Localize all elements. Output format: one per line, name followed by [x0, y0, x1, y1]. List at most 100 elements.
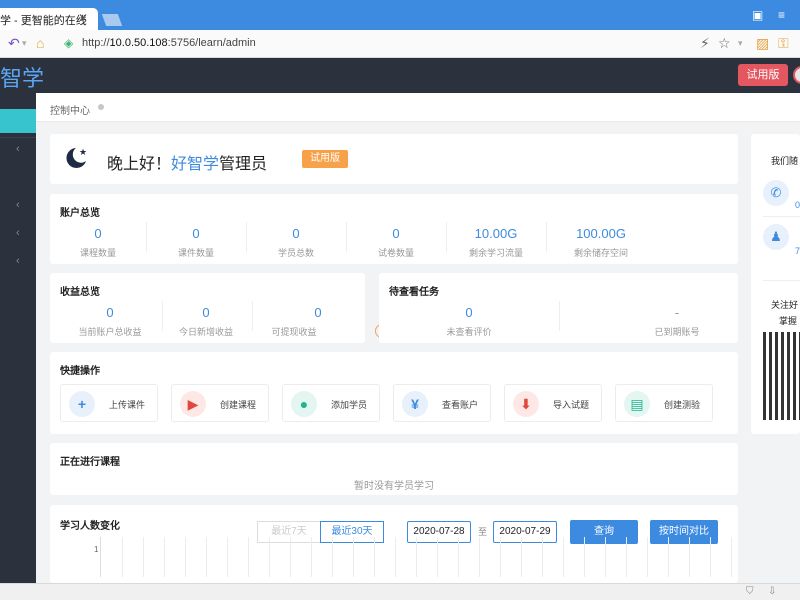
gridline	[374, 537, 375, 577]
quick-action-label: 上传课件	[109, 400, 146, 410]
gridline	[458, 537, 459, 577]
browser-tab[interactable]: 学 - 更智能的在线 ✕	[0, 8, 98, 30]
greeting-card: ★ 晚上好！好智学管理员 试用版	[50, 134, 738, 184]
gridline	[521, 537, 522, 577]
quick-action-button[interactable]: ● 添加学员	[282, 384, 380, 422]
quick-action-button[interactable]: + 上传课件	[60, 384, 158, 422]
chevron-down-icon[interactable]: ▾	[738, 38, 743, 49]
download-icon: ⬇	[513, 391, 539, 417]
gridline	[248, 537, 249, 577]
address-bar: ↶ ▾ ⌂ ◈ http://10.0.50.108:5756/learn/ad…	[0, 30, 800, 58]
menu-icon[interactable]: ≡	[778, 8, 785, 22]
quick-action-button[interactable]: ¥ 查看账户	[393, 384, 491, 422]
star-icon[interactable]: ☆	[718, 35, 731, 52]
undo-icon[interactable]: ↶	[8, 35, 20, 52]
quick-action-label: 添加学员	[331, 400, 368, 410]
card-title: 待查看任务	[389, 287, 439, 298]
url-field[interactable]: http://10.0.50.108:5756/learn/admin	[82, 37, 256, 49]
extension-icon[interactable]: ▨	[756, 35, 769, 52]
close-icon[interactable]: ✕	[78, 11, 88, 25]
trend-chart-grid	[100, 537, 738, 577]
app-header: 智学 试用版	[0, 58, 800, 93]
status-dot	[98, 104, 104, 110]
tab-title: 学 - 更智能的在线	[0, 15, 87, 27]
phone-icon: ✆	[763, 180, 789, 206]
gridline	[332, 537, 333, 577]
new-tab-icon[interactable]	[101, 14, 123, 26]
card-title: 正在进行课程	[60, 457, 120, 468]
account-overview-card: 账户总览 0 课程数量 0 课件数量 0 学员总数 0 试卷数量 10.00G 剩余学习流…	[50, 194, 738, 264]
stat-storage: 100.00G 剩余储存空间	[573, 226, 628, 258]
card-title: 收益总览	[60, 287, 100, 298]
stat-courseware-count: 0 课件数量	[177, 226, 214, 258]
empty-state-text: 暂时没有学员学习	[354, 481, 434, 492]
breadcrumb-control-center[interactable]: 控制中心	[50, 102, 90, 117]
lightning-icon[interactable]: ⚡	[700, 35, 710, 52]
sidebar-toggle-icon[interactable]: ▣	[752, 8, 763, 22]
card-title: 账户总览	[60, 208, 100, 219]
gridline	[206, 537, 207, 577]
chevron-left-icon[interactable]: ‹	[16, 199, 20, 211]
gridline	[122, 537, 123, 577]
gridline	[584, 537, 585, 577]
phone-text: 0	[795, 200, 800, 210]
quick-action-button[interactable]: ▤ 创建测验	[615, 384, 713, 422]
quick-action-label: 创建课程	[220, 400, 257, 410]
trial-badge: 试用版	[302, 150, 348, 168]
stat-withdrawable: 0 可提现收益	[271, 305, 322, 337]
y-tick-label: 1	[94, 545, 99, 554]
sidebar: ‹ ‹ ‹ ‹	[0, 93, 36, 583]
app-logo[interactable]: 智学	[0, 61, 44, 93]
gridline	[269, 537, 270, 577]
card-title: 快捷操作	[60, 366, 100, 377]
gridline	[164, 537, 165, 577]
sidebar-item-active[interactable]	[0, 109, 36, 133]
divider	[763, 280, 800, 281]
quick-action-button[interactable]: ▶ 创建课程	[171, 384, 269, 422]
gridline	[185, 537, 186, 577]
plus-icon: +	[69, 391, 95, 417]
divider	[559, 301, 560, 331]
browser-titlebar: 学 - 更智能的在线 ✕ ▣ ≡	[0, 0, 800, 30]
contact-title: 我们随	[771, 156, 799, 166]
divider	[252, 301, 253, 331]
browser-statusbar: ⛉ ⇩	[0, 583, 800, 600]
chevron-down-icon[interactable]: ▾	[22, 38, 27, 49]
quick-action-label: 创建测验	[664, 400, 701, 410]
key-icon[interactable]: ⚿	[778, 35, 789, 52]
stat-total-income: 0 当前账户总收益	[78, 305, 142, 337]
gridline	[647, 537, 648, 577]
gridline	[542, 537, 543, 577]
gridline	[227, 537, 228, 577]
home-icon[interactable]: ⌂	[36, 35, 44, 51]
gridline	[563, 537, 564, 577]
greeting-text: 晚上好！好智学管理员	[107, 156, 268, 173]
sidebar-divider	[0, 137, 36, 138]
qq-text: 7	[795, 246, 800, 256]
chevron-left-icon[interactable]: ‹	[16, 255, 20, 267]
gridline	[353, 537, 354, 577]
card-title: 学习人数变化	[60, 521, 120, 532]
shield-icon: ◈	[64, 36, 74, 50]
quick-action-label: 查看账户	[442, 400, 479, 410]
income-overview-card: 收益总览 0当前账户总收益 0今日新增收益 0可提现收益 提现	[50, 273, 411, 343]
quick-action-button[interactable]: ⬇ 导入试题	[504, 384, 602, 422]
qq-icon: ♟	[763, 224, 789, 250]
gridline	[416, 537, 417, 577]
moon-icon: ★	[66, 148, 87, 168]
stat-today-income: 0 今日新增收益	[178, 305, 233, 337]
quick-action-label: 导入试题	[553, 400, 590, 410]
qr-code	[763, 332, 800, 420]
stat-traffic: 10.00G 剩余学习流量	[468, 226, 523, 258]
pending-tasks-card: 待查看任务 0 未查看评价 - 已到期账号	[379, 273, 738, 343]
avatar[interactable]	[793, 66, 800, 84]
gridline	[668, 537, 669, 577]
chevron-left-icon[interactable]: ‹	[16, 143, 20, 155]
trial-button[interactable]: 试用版	[738, 64, 788, 86]
gridline	[479, 537, 480, 577]
user-icon: ●	[291, 391, 317, 417]
gridline	[290, 537, 291, 577]
shield-icon[interactable]: ⛉	[746, 586, 754, 597]
download-icon[interactable]: ⇩	[768, 586, 776, 597]
chevron-left-icon[interactable]: ‹	[16, 227, 20, 239]
